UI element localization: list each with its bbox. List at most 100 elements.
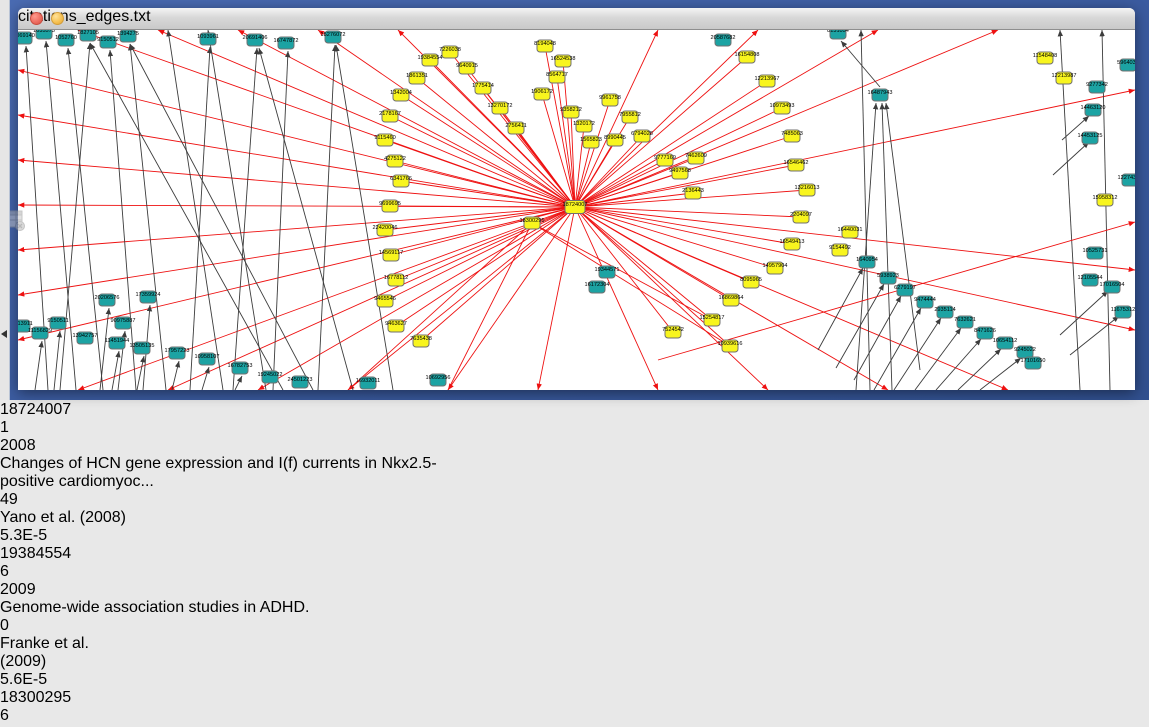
graph-node-label: 16747872 (274, 38, 299, 44)
graph-node-label: 10939616 (718, 341, 743, 347)
graph-edge[interactable] (575, 30, 658, 207)
graph-edge[interactable] (235, 376, 242, 390)
graph-edge[interactable] (575, 90, 1135, 207)
graph-node-label: 8564717 (546, 72, 568, 78)
graph-edge[interactable] (54, 331, 60, 390)
cell-title: Genome-wide association studies in ADHD. (0, 599, 490, 617)
graph-node-label: 20691406 (243, 35, 268, 41)
graph-edge[interactable] (886, 103, 920, 370)
cell-short: Franke et al. (2009) (0, 635, 127, 671)
graph-node-label: 1565823 (580, 137, 602, 143)
graph-edge[interactable] (202, 367, 209, 390)
graph-edge[interactable] (35, 341, 42, 390)
graph-edge[interactable] (575, 207, 712, 320)
graph-edge[interactable] (532, 223, 730, 346)
zoom-button[interactable] (72, 12, 85, 25)
graph-edge[interactable] (915, 328, 961, 390)
table-row[interactable]: 1938455462009Genome-wide association stu… (0, 545, 1149, 689)
graph-edge[interactable] (575, 207, 775, 268)
graph-node-label: 16782753 (228, 363, 253, 369)
graph-node-label: 1394275 (117, 31, 139, 37)
graph-edge[interactable] (259, 48, 353, 390)
graph-node-label: 16932011 (356, 378, 380, 384)
graph-edge[interactable] (258, 207, 575, 390)
graph-node-label: 22420046 (373, 225, 398, 231)
graph-edge[interactable] (854, 296, 901, 380)
graph-edge[interactable] (448, 207, 575, 390)
graph-edge[interactable] (818, 268, 863, 350)
graph-edge[interactable] (1060, 291, 1108, 335)
network-graph[interactable]: 7226038964091517754141327017227564118194… (18, 30, 1135, 390)
graph-edge[interactable] (401, 95, 575, 207)
graph-node-label: 1640954 (856, 257, 878, 263)
graph-edge[interactable] (882, 103, 892, 390)
network-window: citations_edges.txt 72260389640915177541… (18, 8, 1135, 390)
graph-edge[interactable] (130, 44, 166, 390)
graph-node-label: 7226038 (439, 47, 461, 53)
graph-edge[interactable] (233, 48, 257, 390)
graph-edge[interactable] (46, 41, 76, 390)
graph-edge[interactable] (190, 47, 210, 390)
graph-edge[interactable] (18, 115, 575, 207)
graph-edge[interactable] (385, 140, 575, 207)
graph-edge[interactable] (874, 308, 921, 390)
graph-node-label: 9150512 (97, 37, 119, 43)
graph-node-label: 24501223 (288, 377, 313, 383)
graph-edge[interactable] (936, 339, 981, 390)
graph-edge[interactable] (575, 207, 801, 217)
cell-year: 2008 (0, 437, 76, 455)
graph-edge[interactable] (575, 142, 591, 207)
graph-node-label: 12213967 (755, 76, 780, 82)
graph-edge[interactable] (575, 30, 758, 207)
graph-node-label: 16154808 (735, 52, 760, 58)
graph-edge[interactable] (575, 100, 610, 207)
close-button[interactable] (30, 12, 43, 25)
graph-node-label: 16546462 (784, 160, 809, 166)
minimize-button[interactable] (51, 12, 64, 25)
network-window-titlebar[interactable]: citations_edges.txt (18, 8, 1135, 30)
graph-node-label: 9115460 (374, 135, 395, 141)
graph-node-label: 1052760 (55, 35, 77, 41)
graph-node-label: 9277342 (1086, 82, 1108, 88)
graph-edge[interactable] (18, 207, 575, 295)
graph-edge[interactable] (841, 41, 880, 87)
graph-edge[interactable] (112, 351, 119, 390)
cell-in_degree: 6 (0, 707, 97, 725)
graph-edge[interactable] (575, 207, 1135, 330)
cell-out_degree: 49 (0, 491, 70, 509)
graph-node-label: 9699695 (379, 201, 401, 207)
graph-edge[interactable] (168, 30, 223, 390)
graph-edge[interactable] (318, 45, 335, 390)
cell-pagerank: 5.6E-5 (0, 671, 112, 689)
graph-node-label: 7955812 (619, 112, 641, 118)
network-canvas[interactable]: 7226038964091517754141327017227564118194… (18, 30, 1135, 395)
graph-edge[interactable] (396, 207, 575, 326)
graph-node-label: 4275122 (384, 156, 406, 162)
graph-edge[interactable] (137, 356, 144, 390)
graph-edge[interactable] (158, 30, 575, 207)
graph-node-label: 16549413 (780, 239, 805, 245)
collapse-arrow-icon[interactable] (1, 330, 7, 338)
graph-node-label: 9961758 (599, 95, 621, 101)
graph-edge[interactable] (385, 207, 575, 301)
graph-node-label: 8471626 (974, 328, 996, 334)
graph-edge[interactable] (18, 207, 575, 340)
desktop-area: citations_edges.txt 72260389640915177541… (0, 0, 1149, 400)
graph-node-label: 11451944 (105, 338, 129, 344)
graph-edge[interactable] (575, 108, 782, 207)
graph-node-label: 2935114 (934, 307, 955, 313)
graph-edge[interactable] (1053, 142, 1089, 175)
graph-edge[interactable] (545, 46, 575, 207)
graph-edge[interactable] (575, 30, 878, 207)
graph-node-label: 16869864 (719, 295, 744, 301)
graph-edge[interactable] (348, 223, 532, 390)
table-row[interactable]: 1872400712008Changes of HCN gene express… (0, 401, 1149, 545)
graph-node-label: 1035573 (33, 30, 55, 34)
graph-edge[interactable] (894, 318, 941, 390)
graph-edge[interactable] (575, 57, 747, 207)
graph-node-label: 9245022 (1014, 347, 1036, 353)
graph-edge[interactable] (575, 207, 658, 390)
graph-edge[interactable] (130, 44, 313, 390)
graph-node-label: 10525731 (1083, 248, 1108, 254)
table-row[interactable]: 1830029562008Estimation of significance … (0, 689, 1149, 727)
